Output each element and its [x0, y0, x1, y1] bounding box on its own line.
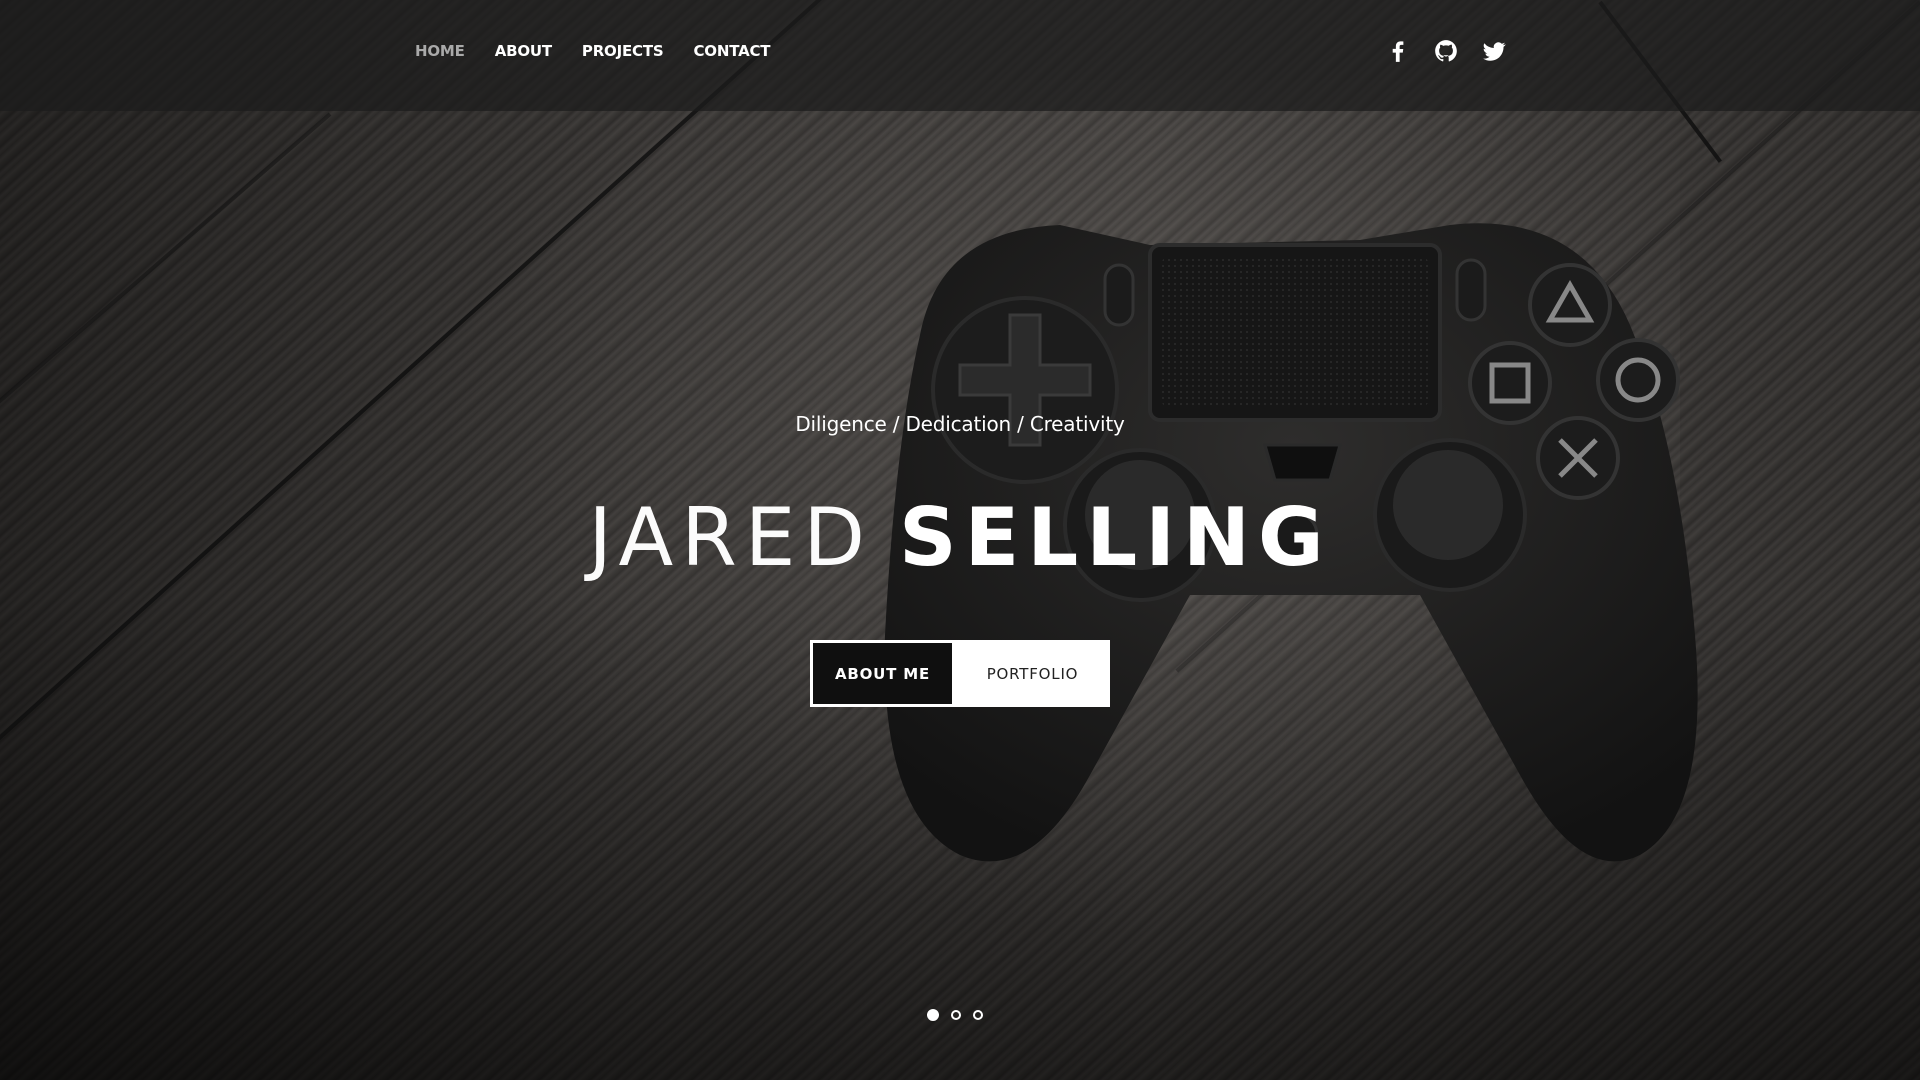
- social-links: [1385, 38, 1507, 64]
- hero-name: JARED SELLING: [0, 488, 1920, 588]
- facebook-icon[interactable]: [1385, 38, 1411, 64]
- top-navbar: HOME ABOUT PROJECTS CONTACT: [0, 0, 1920, 111]
- hero-tagline: Diligence / Dedication / Creativity: [795, 412, 1125, 436]
- nav-contact[interactable]: CONTACT: [693, 42, 770, 60]
- carousel-dot-3[interactable]: [973, 1010, 983, 1020]
- floor-seam: [0, 112, 332, 457]
- carousel-dot-2[interactable]: [951, 1010, 961, 1020]
- main-nav: HOME ABOUT PROJECTS CONTACT: [415, 42, 771, 60]
- carousel-indicators: [927, 1009, 983, 1021]
- portfolio-button[interactable]: PORTFOLIO: [955, 640, 1110, 707]
- hero-name-last: SELLING: [899, 491, 1332, 584]
- hero-name-first: JARED: [588, 491, 874, 584]
- about-me-button[interactable]: ABOUT ME: [810, 640, 955, 707]
- nav-about[interactable]: ABOUT: [495, 42, 552, 60]
- carousel-dot-1[interactable]: [927, 1009, 939, 1021]
- nav-projects[interactable]: PROJECTS: [582, 42, 664, 60]
- hero-section: HOME ABOUT PROJECTS CONTACT Diligence / …: [0, 0, 1920, 1080]
- github-icon[interactable]: [1433, 38, 1459, 64]
- twitter-icon[interactable]: [1481, 38, 1507, 64]
- hero-buttons: ABOUT ME PORTFOLIO: [810, 640, 1110, 707]
- nav-home[interactable]: HOME: [415, 42, 465, 60]
